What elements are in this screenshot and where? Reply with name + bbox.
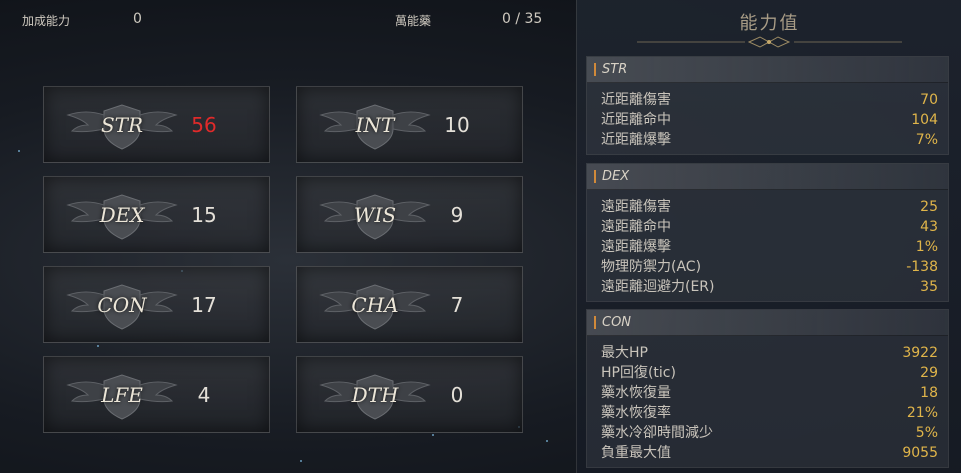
stat-value: 7 [450,293,464,317]
stat-name: CON [97,293,147,317]
stat-row-label: 遠距離命中 [601,219,671,235]
stat-name: LFE [101,383,143,407]
stat-box-int[interactable]: INT 10 [296,86,523,163]
stat-row: 遠距離迴避力(ER) 35 [587,277,948,297]
stat-row: 物理防禦力(AC) -138 [587,257,948,277]
ornament-divider-icon [637,36,902,48]
panel-title: 能力值 [739,13,800,34]
stat-box-dex[interactable]: DEX 15 [43,176,270,253]
stat-row-label: 物理防禦力(AC) [601,259,702,275]
particle [546,440,548,442]
stat-row: 近距離命中 104 [587,110,948,130]
stat-row-value: 104 [911,112,938,128]
stat-value: 15 [191,203,217,227]
elixir-label: 萬能藥 [395,14,432,28]
section-accent-bar [594,170,596,183]
stat-row-label: 藥水冷卻時間減少 [601,425,713,441]
stat-row-value: 43 [920,219,938,235]
stat-row: 遠距離傷害 25 [587,197,948,217]
particle [432,434,434,436]
stat-row-value: -138 [906,259,938,275]
stat-box-con[interactable]: CON 17 [43,266,270,343]
stat-value: 0 [450,383,464,407]
particle [97,345,99,347]
section-title: DEX [602,169,630,184]
stat-row-value: 7% [915,132,938,148]
stat-row-value: 35 [920,279,938,295]
stat-row-value: 70 [920,92,938,108]
bonus-stat-value: 0 [133,11,142,27]
stat-row: 遠距離命中 43 [587,217,948,237]
stat-row-value: 18 [920,385,938,401]
stat-row: 藥水恢復量 18 [587,383,948,403]
stat-row: 近距離爆擊 7% [587,130,948,150]
section-title: STR [602,62,628,77]
stat-name: WIS [353,203,397,227]
stat-row-value: 5% [915,425,938,441]
stat-row-value: 9055 [902,445,938,461]
stat-row-label: 藥水恢復量 [601,385,671,401]
stat-value: 9 [450,203,464,227]
stat-row-label: 近距離命中 [601,112,671,128]
stat-box-wis[interactable]: WIS 9 [296,176,523,253]
stat-box-cha[interactable]: CHA 7 [296,266,523,343]
stat-row: 負重最大值 9055 [587,443,948,463]
stat-row-value: 21% [906,405,938,421]
stat-value: 4 [197,383,211,407]
stat-row-label: 遠距離迴避力(ER) [601,279,715,295]
stat-value: 17 [191,293,217,317]
stat-row-label: 遠距離傷害 [601,199,671,215]
stat-name: DTH [351,383,399,407]
stat-name: STR [100,113,144,137]
stat-row-label: HP回復(tic) [601,365,676,381]
particle [300,460,302,462]
stat-row: 最大HP 3922 [587,343,948,363]
stat-row-value: 25 [920,199,938,215]
section-title: CON [602,315,632,330]
stat-name: INT [355,113,395,137]
stat-value: 56 [191,113,217,137]
stat-row-label: 近距離爆擊 [601,132,671,148]
section-header: STR [587,57,948,83]
stat-box-str[interactable]: STR 56 [43,86,270,163]
stat-row: HP回復(tic) 29 [587,363,948,383]
stat-row-label: 負重最大值 [601,445,671,461]
stat-box-lfe[interactable]: LFE 4 [43,356,270,433]
stat-row-value: 29 [920,365,938,381]
stat-row-value: 3922 [902,345,938,361]
stat-row: 藥水恢復率 21% [587,403,948,423]
stat-row: 近距離傷害 70 [587,90,948,110]
stat-name: DEX [99,203,145,227]
section-accent-bar [594,316,596,329]
section-header: DEX [587,164,948,190]
section-accent-bar [594,63,596,76]
stat-row: 藥水冷卻時間減少 5% [587,423,948,443]
stat-row-label: 藥水恢復率 [601,405,671,421]
section-str: STR 近距離傷害 70 近距離命中 104 近距離爆擊 7% [586,56,949,155]
ability-panel: 能力值 STR 近距離傷害 70 近距離命中 104 近距離爆擊 7% DEX 遠距離傷害 25 遠… [576,0,961,473]
stat-value: 10 [444,113,470,137]
section-header: CON [587,310,948,336]
particle [18,150,20,152]
stat-row: 遠距離爆擊 1% [587,237,948,257]
section-dex: DEX 遠距離傷害 25 遠距離命中 43 遠距離爆擊 1% 物理防禦力(AC) -138 遠距離… [586,163,949,302]
elixir-count: 0 / 35 [502,11,543,27]
section-con: CON 最大HP 3922 HP回復(tic) 29 藥水恢復量 18 藥水恢復率 21% 藥水冷… [586,309,949,468]
bonus-stat-label: 加成能力 [22,14,71,28]
stat-row-label: 遠距離爆擊 [601,239,671,255]
stat-row-label: 近距離傷害 [601,92,671,108]
stat-row-value: 1% [915,239,938,255]
stat-row-label: 最大HP [601,345,648,361]
stat-box-dth[interactable]: DTH 0 [296,356,523,433]
stat-name: CHA [351,293,399,317]
